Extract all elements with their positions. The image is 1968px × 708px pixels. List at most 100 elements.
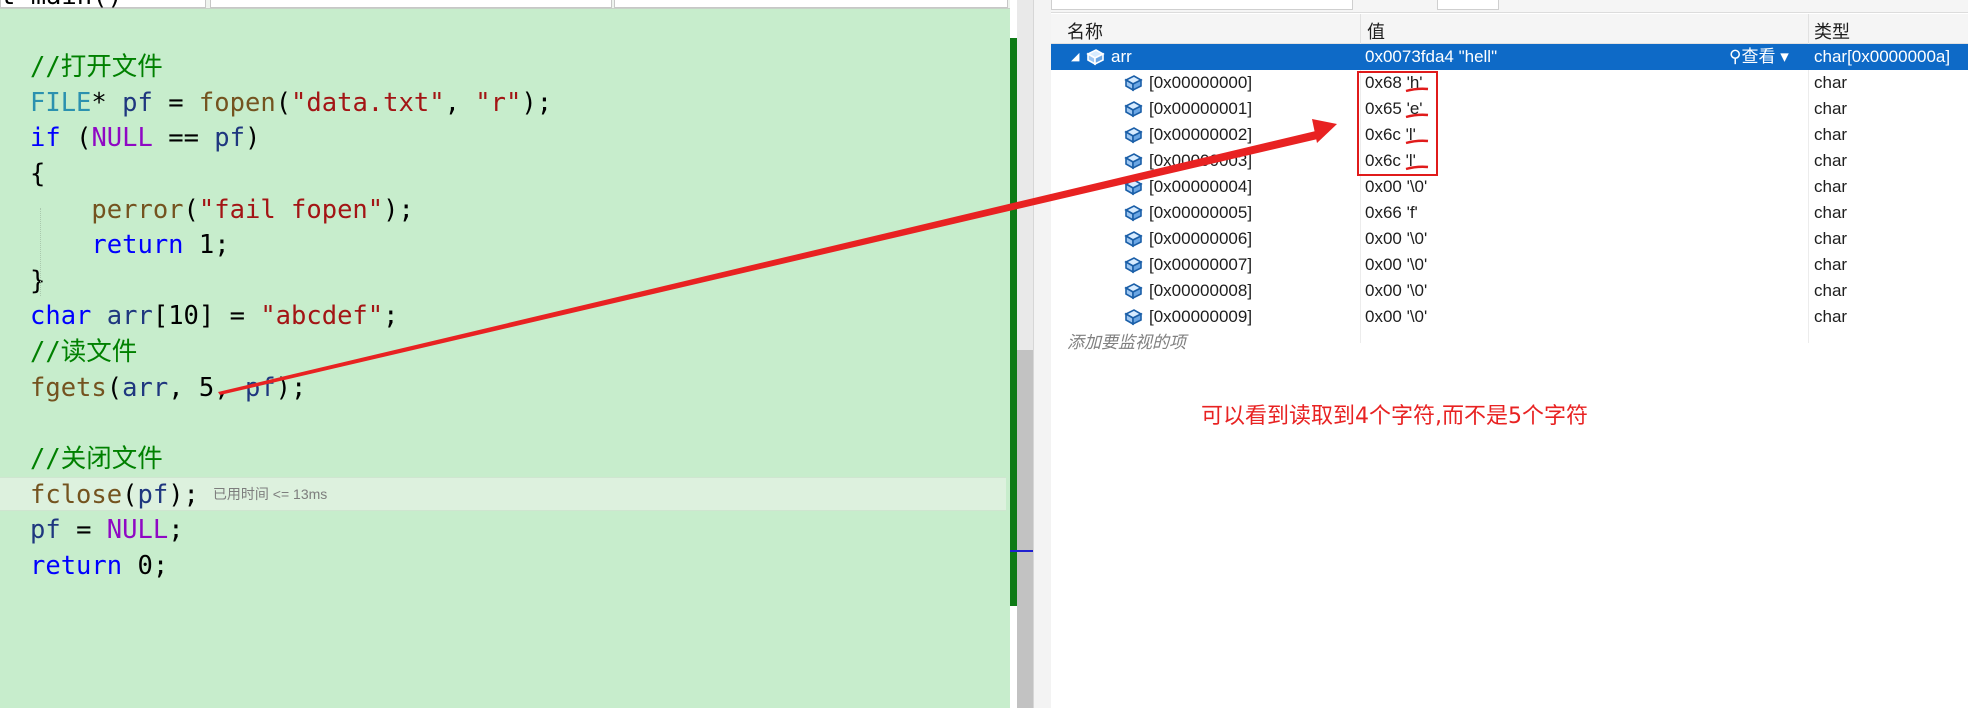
code-text: if (NULL == pf)	[30, 121, 260, 155]
code-line[interactable]	[0, 406, 1006, 440]
code-text: pf = NULL;	[30, 513, 184, 547]
watch-value[interactable]: 0x00 '\0'	[1365, 174, 1427, 200]
code-token: =	[60, 515, 107, 545]
code-line[interactable]: //打开文件	[0, 50, 1006, 84]
watch-name: [0x00000008]	[1149, 281, 1253, 300]
code-token: (	[106, 372, 123, 403]
search-depth-box[interactable]	[1437, 0, 1499, 10]
code-line[interactable]: //读文件	[0, 335, 1006, 369]
code-text: fclose(pf); 已用时间 <= 13ms	[30, 478, 327, 513]
code-text: FILE* pf = fopen("data.txt", "r");	[30, 86, 552, 120]
code-token: arr	[122, 372, 169, 403]
code-text: fgets(arr, 5, pf);	[30, 371, 306, 405]
watch-row-element[interactable]: [0x00000006] 0x00 '\0' char	[1051, 226, 1968, 252]
code-text: //读文件	[30, 335, 137, 369]
code-token: pf	[122, 87, 153, 118]
code-line[interactable]: FILE* pf = fopen("data.txt", "r");	[0, 86, 1006, 120]
editor-scrollbar-thumb[interactable]	[1017, 350, 1033, 708]
code-line[interactable]: {	[0, 157, 1006, 191]
code-token: (	[60, 123, 92, 154]
watch-row-element[interactable]: [0x00000009] 0x00 '\0' char	[1051, 304, 1968, 330]
code-line[interactable]: pf = NULL;	[0, 513, 1006, 547]
watch-row-element[interactable]: [0x00000008] 0x00 '\0' char	[1051, 278, 1968, 304]
watch-name: arr	[1111, 47, 1132, 66]
watch-row-element[interactable]: [0x00000005] 0x66 'f' char	[1051, 200, 1968, 226]
code-line[interactable]: //关闭文件	[0, 442, 1006, 476]
code-line[interactable]: t main()	[0, 0, 1006, 13]
variable-field-icon	[1123, 152, 1143, 170]
watch-row-element[interactable]: [0x00000004] 0x00 '\0' char	[1051, 174, 1968, 200]
elapsed-time-hint: 已用时间 <= 13ms	[212, 486, 328, 503]
code-token: pf	[214, 123, 245, 154]
watch-column-header: 名称 值 类型	[1051, 14, 1968, 44]
watch-value[interactable]: 0x0073fda4 "hell"	[1365, 44, 1497, 70]
underline-mark	[1405, 87, 1429, 93]
code-token: "abcdef"	[260, 301, 384, 332]
value-column-header[interactable]: 值	[1367, 18, 1385, 44]
code-line[interactable]: char arr[10] = "abcdef";	[0, 299, 1006, 333]
code-line[interactable]: return 1;	[0, 228, 1006, 262]
code-line[interactable]: return 0;	[0, 549, 1006, 583]
code-line[interactable]: perror("fail fopen");	[0, 193, 1006, 227]
watch-name: [0x00000007]	[1149, 255, 1253, 274]
type-column-header[interactable]: 类型	[1814, 18, 1850, 44]
code-token: FILE	[30, 87, 92, 118]
code-token: "fail fopen"	[198, 194, 384, 225]
code-token: pf	[30, 515, 61, 545]
code-token: NULL	[106, 515, 169, 545]
watch-value[interactable]: 0x00 '\0'	[1365, 252, 1427, 278]
code-token: ;	[383, 301, 399, 332]
watch-name: [0x00000003]	[1149, 151, 1253, 170]
code-token: [10] =	[152, 301, 261, 332]
code-line[interactable]: fclose(pf); 已用时间 <= 13ms	[0, 477, 1006, 513]
code-text: return 1;	[30, 228, 230, 262]
code-token: //读文件	[30, 337, 138, 367]
code-text: perror("fail fopen");	[30, 193, 413, 227]
search-icon: ⚲	[1729, 47, 1742, 66]
code-line[interactable]: if (NULL == pf)	[0, 121, 1006, 155]
code-token: ==	[152, 123, 215, 154]
code-line[interactable]: fgets(arr, 5, pf);	[0, 371, 1006, 405]
watch-row-element[interactable]: [0x00000003] 0x6c 'l' char	[1051, 148, 1968, 174]
panel-splitter[interactable]	[1033, 0, 1052, 708]
variable-field-icon	[1123, 178, 1143, 196]
text-visualizer-button[interactable]: ⚲查看 ▾	[1729, 44, 1789, 70]
watch-row-element[interactable]: [0x00000002] 0x6c 'l' char	[1051, 122, 1968, 148]
annotation-text: 可以看到读取到4个字符,而不是5个字符	[1201, 404, 1588, 429]
watch-name: [0x00000004]	[1149, 177, 1253, 196]
underline-mark	[1405, 165, 1429, 171]
code-line[interactable]: }	[0, 264, 1006, 298]
code-token: (	[275, 87, 292, 118]
watch-row-element[interactable]: [0x00000007] 0x00 '\0' char	[1051, 252, 1968, 278]
code-text: char arr[10] = "abcdef";	[30, 299, 399, 333]
watch-type: char	[1814, 307, 1848, 326]
chevron-down-icon: ▾	[1780, 47, 1789, 66]
collapse-triangle-icon[interactable]: ◢	[1071, 44, 1079, 70]
code-editor[interactable]: t main() //打开文件FILE* pf = fopen("data.txt…	[0, 0, 1010, 708]
code-token: 1;	[183, 230, 230, 261]
watch-row-element[interactable]: [0x00000001] 0x65 'e' char	[1051, 96, 1968, 122]
add-watch-placeholder[interactable]: 添加要监视的项	[1067, 328, 1186, 353]
code-token: ;	[168, 515, 184, 545]
watch-name: [0x00000006]	[1149, 229, 1253, 248]
watch-row-element[interactable]: [0x00000000] 0x68 'h' char	[1051, 70, 1968, 96]
watch-value[interactable]: 0x00 '\0'	[1365, 278, 1427, 304]
name-column-header[interactable]: 名称	[1067, 18, 1103, 44]
watch-type: char[0x0000000a]	[1814, 47, 1951, 66]
code-token: ,	[444, 87, 476, 118]
watch-type: char	[1814, 99, 1848, 118]
code-line[interactable]	[0, 15, 1006, 49]
code-text: t main()	[0, 0, 123, 13]
search-box[interactable]	[1051, 0, 1353, 10]
watch-value[interactable]: 0x66 'f'	[1365, 200, 1418, 226]
watch-value[interactable]: 0x00 '\0'	[1365, 226, 1427, 252]
watch-row-arr[interactable]: ◢ arr 0x0073fda4 "hell" ⚲查看 ▾ char[0x0000000…	[1051, 44, 1968, 70]
variable-field-icon	[1123, 282, 1143, 300]
code-token: char	[30, 301, 92, 332]
variable-field-icon	[1123, 204, 1143, 222]
variable-field-icon	[1085, 48, 1105, 66]
variable-field-icon	[1123, 126, 1143, 144]
watch-value[interactable]: 0x00 '\0'	[1365, 304, 1427, 330]
code-token: return	[91, 230, 184, 261]
underline-mark	[1405, 139, 1429, 145]
